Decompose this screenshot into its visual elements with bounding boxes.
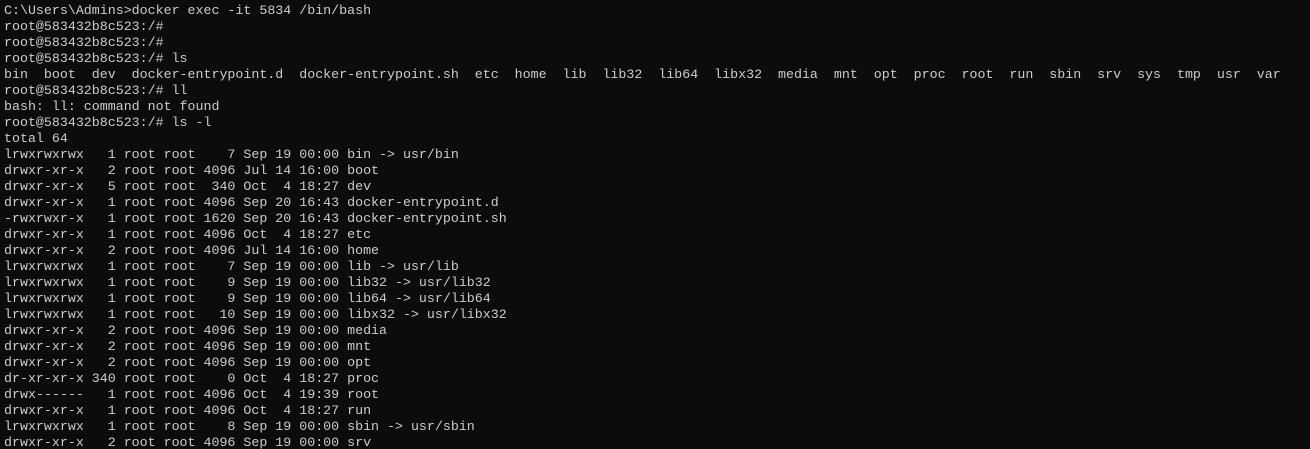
prompt-line: root@583432b8c523:/#	[4, 35, 164, 50]
listing-line: drwxr-xr-x 2 root root 4096 Sep 19 00:00…	[4, 339, 372, 354]
listing-line: drwxr-xr-x 1 root root 4096 Oct 4 18:27 …	[4, 227, 372, 242]
terminal-output: C:\Users\Admins>docker exec -it 5834 /bi…	[0, 0, 1310, 449]
listing-line: lrwxrwxrwx 1 root root 10 Sep 19 00:00 l…	[4, 307, 507, 322]
listing-line: drwxr-xr-x 2 root root 4096 Jul 14 16:00…	[4, 163, 380, 178]
listing-line: drwxr-xr-x 2 root root 4096 Sep 19 00:00…	[4, 355, 372, 370]
listing-line: drwx------ 1 root root 4096 Oct 4 19:39 …	[4, 387, 380, 402]
command-line: root@583432b8c523:/# ls -l	[4, 115, 212, 130]
listing-line: drwxr-xr-x 2 root root 4096 Sep 19 00:00…	[4, 435, 372, 449]
prompt-line: root@583432b8c523:/#	[4, 19, 164, 34]
listing-line: drwxr-xr-x 1 root root 4096 Oct 4 18:27 …	[4, 403, 372, 418]
listing-line: drwxr-xr-x 1 root root 4096 Sep 20 16:43…	[4, 195, 499, 210]
listing-line: drwxr-xr-x 2 root root 4096 Sep 19 00:00…	[4, 323, 388, 338]
listing-line: lrwxrwxrwx 1 root root 8 Sep 19 00:00 sb…	[4, 419, 475, 434]
error-line: bash: ll: command not found	[4, 99, 220, 114]
listing-line: lrwxrwxrwx 1 root root 9 Sep 19 00:00 li…	[4, 291, 491, 306]
listing-line: drwxr-xr-x 5 root root 340 Oct 4 18:27 d…	[4, 179, 372, 194]
command-line: root@583432b8c523:/# ll	[4, 83, 188, 98]
listing-line: dr-xr-xr-x 340 root root 0 Oct 4 18:27 p…	[4, 371, 380, 386]
output-line: bin boot dev docker-entrypoint.d docker-…	[4, 67, 1281, 82]
listing-line: lrwxrwxrwx 1 root root 9 Sep 19 00:00 li…	[4, 275, 491, 290]
listing-line: lrwxrwxrwx 1 root root 7 Sep 19 00:00 bi…	[4, 147, 459, 162]
command-line: root@583432b8c523:/# ls	[4, 51, 188, 66]
listing-line: lrwxrwxrwx 1 root root 7 Sep 19 00:00 li…	[4, 259, 459, 274]
output-line: total 64	[4, 131, 68, 146]
listing-line: drwxr-xr-x 2 root root 4096 Jul 14 16:00…	[4, 243, 380, 258]
command-line: C:\Users\Admins>docker exec -it 5834 /bi…	[4, 3, 372, 18]
listing-line: -rwxrwxr-x 1 root root 1620 Sep 20 16:43…	[4, 211, 507, 226]
terminal-window[interactable]: C:\Users\Admins>docker exec -it 5834 /bi…	[0, 0, 1310, 449]
